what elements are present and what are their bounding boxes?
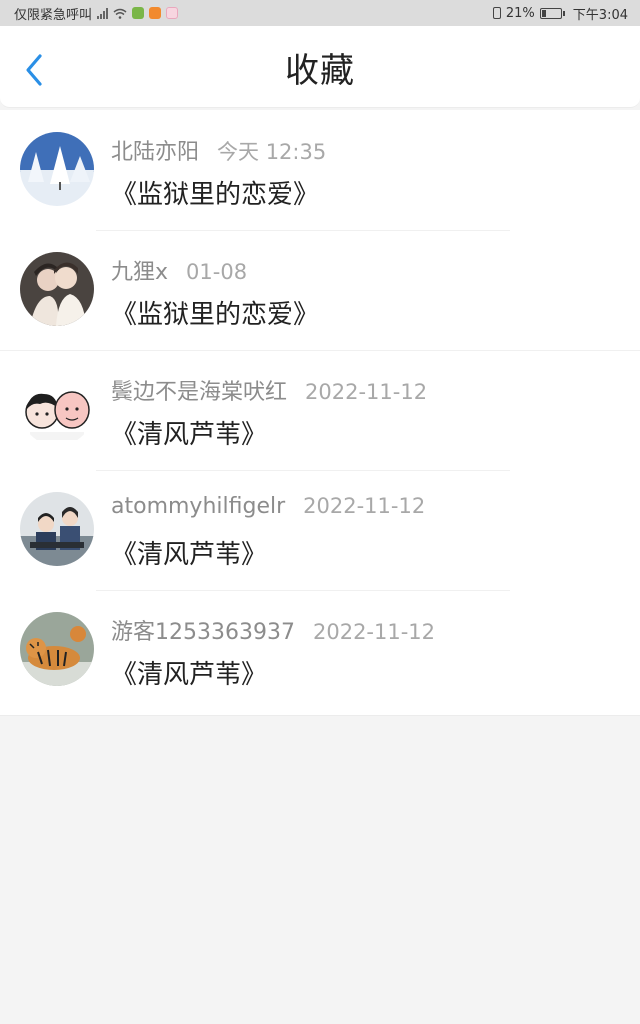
- list-item[interactable]: 九狸x 01-08 《监狱里的恋爱》: [0, 230, 640, 350]
- carrier-text: 仅限紧急呼叫: [14, 7, 93, 23]
- battery-icon: [539, 7, 565, 19]
- vibrate-icon: [492, 7, 501, 19]
- timestamp: 01-08: [186, 260, 248, 284]
- nav-header: 收藏: [0, 26, 640, 108]
- list-item[interactable]: 北陆亦阳 今天 12:35 《监狱里的恋爱》: [0, 110, 640, 230]
- work-title[interactable]: 《清风芦苇》: [111, 414, 267, 451]
- item-meta: 游客1253363937 2022-11-12: [111, 614, 435, 646]
- list-item[interactable]: 鬓边不是海棠吠红 2022-11-12 《清风芦苇》: [0, 350, 640, 470]
- tiger-avatar[interactable]: [20, 612, 94, 686]
- work-title[interactable]: 《监狱里的恋爱》: [111, 294, 319, 331]
- list-end-divider: [0, 710, 640, 716]
- user-name[interactable]: atommyhilfigelr: [111, 494, 285, 519]
- item-meta: 北陆亦阳 今天 12:35: [111, 134, 326, 166]
- list-item[interactable]: atommyhilfigelr 2022-11-12 《清风芦苇》: [0, 470, 640, 590]
- timestamp: 今天 12:35: [217, 140, 327, 164]
- signal-icon: [97, 7, 109, 19]
- user-name[interactable]: 九狸x: [111, 254, 168, 286]
- wifi-icon: [113, 8, 127, 19]
- item-meta: 九狸x 01-08: [111, 254, 247, 286]
- status-bar: 仅限紧急呼叫 21% 下午3:04: [0, 0, 640, 26]
- page-title: 收藏: [285, 50, 355, 91]
- couple-avatar[interactable]: [20, 252, 94, 326]
- work-title[interactable]: 《清风芦苇》: [111, 534, 267, 571]
- snow-trees-avatar[interactable]: [20, 132, 94, 206]
- battery-percent: 21%: [505, 5, 535, 21]
- item-meta: 鬓边不是海棠吠红 2022-11-12: [111, 374, 427, 406]
- chevron-left-icon: [26, 54, 42, 86]
- timestamp: 2022-11-12: [303, 494, 426, 518]
- item-meta: atommyhilfigelr 2022-11-12: [111, 494, 425, 519]
- cartoon-avatar[interactable]: [20, 372, 94, 446]
- timestamp: 2022-11-12: [305, 380, 428, 404]
- app-notification-icon: [132, 7, 145, 19]
- back-button[interactable]: [14, 50, 54, 90]
- video-app-icon: [149, 7, 162, 19]
- work-title[interactable]: 《监狱里的恋爱》: [111, 174, 319, 211]
- kids-avatar[interactable]: [20, 492, 94, 566]
- user-name[interactable]: 北陆亦阳: [111, 134, 199, 166]
- work-title[interactable]: 《清风芦苇》: [111, 654, 267, 691]
- message-app-icon: [166, 7, 179, 19]
- user-name[interactable]: 鬓边不是海棠吠红: [111, 374, 287, 406]
- clock: 下午3:04: [572, 7, 628, 23]
- favorites-list: 北陆亦阳 今天 12:35 《监狱里的恋爱》 九狸x 01-08 《监狱里的恋爱…: [0, 110, 640, 716]
- user-name[interactable]: 游客1253363937: [111, 614, 295, 646]
- timestamp: 2022-11-12: [312, 620, 436, 644]
- list-item[interactable]: 游客1253363937 2022-11-12 《清风芦苇》: [0, 590, 640, 710]
